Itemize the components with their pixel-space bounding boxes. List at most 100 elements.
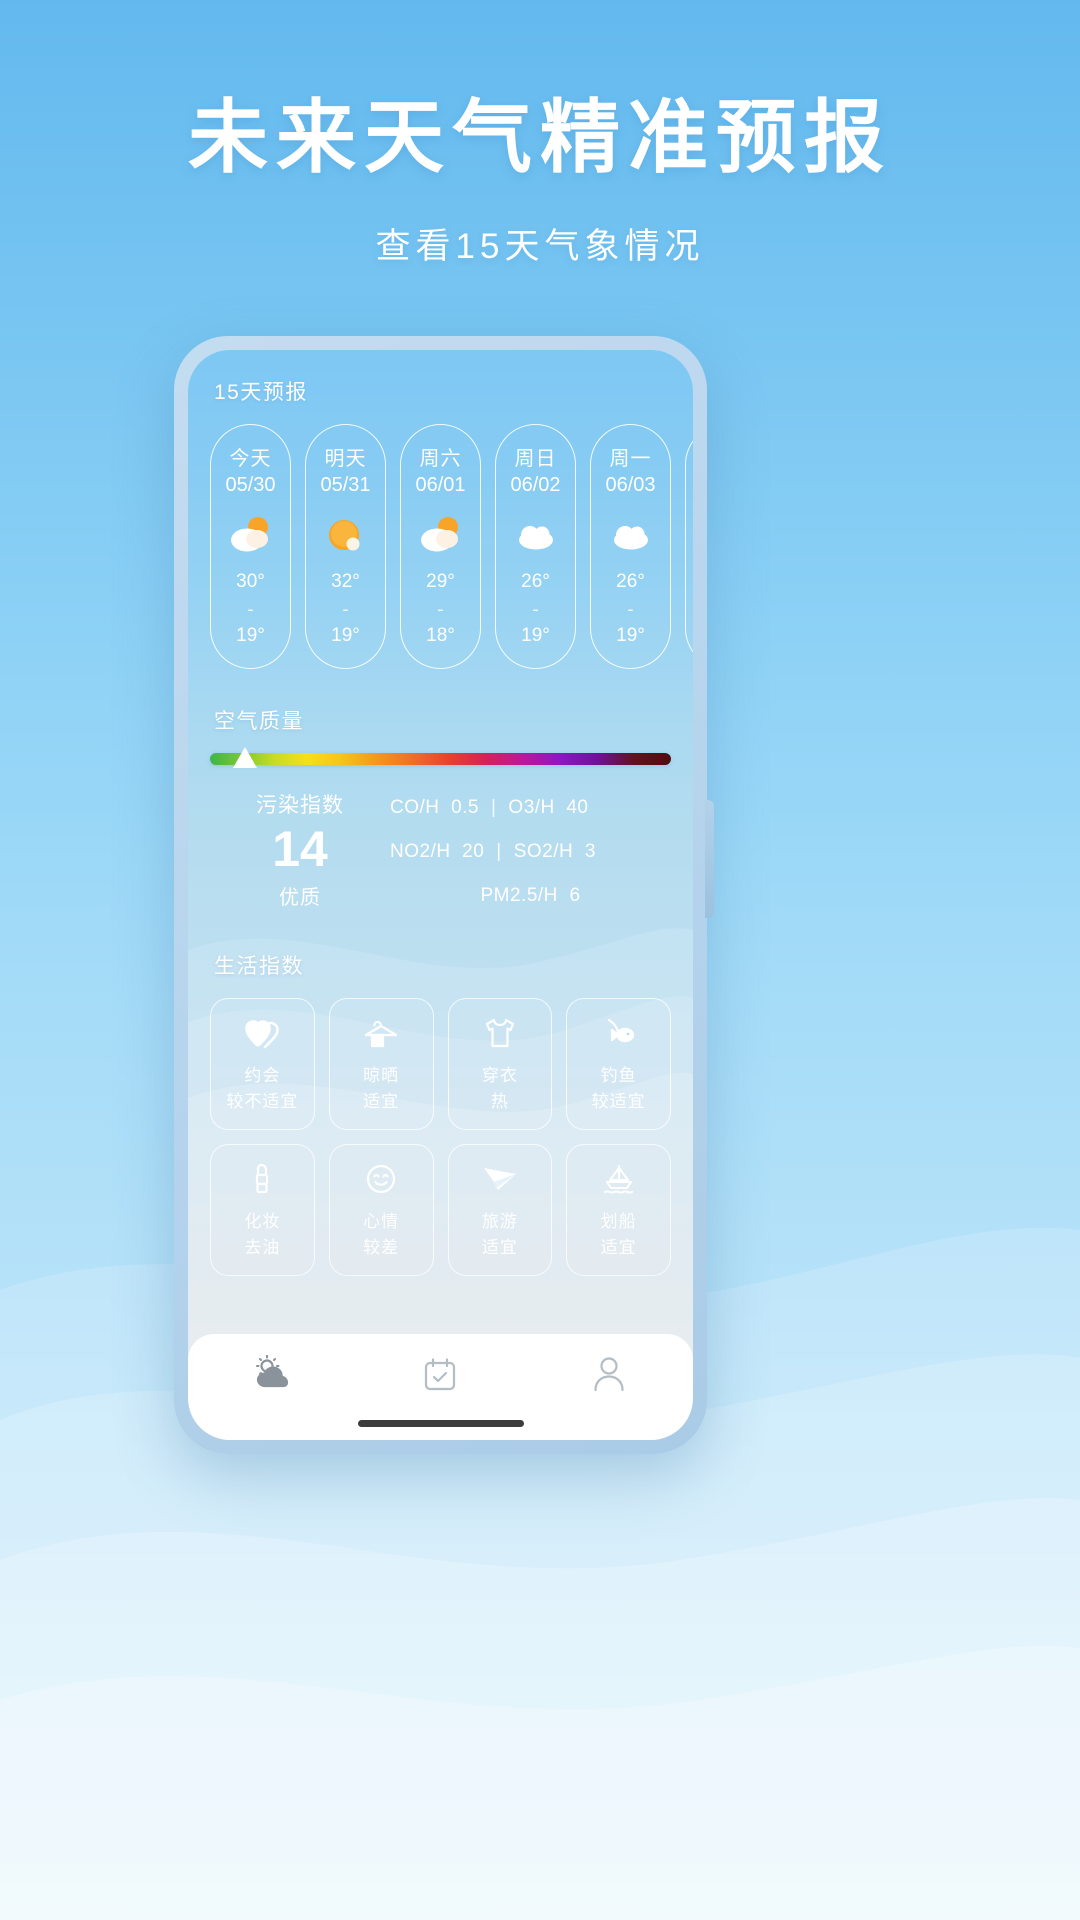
life-index-tile-mood[interactable]: 心情 较差 <box>328 1143 434 1276</box>
day-temps: 29° - 18° <box>426 568 455 649</box>
calendar-check-icon <box>422 1356 458 1397</box>
day-date: 06/02 <box>510 474 561 496</box>
day-dash: - <box>342 598 349 619</box>
forecast-section: 15天预报 今天 05/30 30° - 19° 明天 05/31 32° - … <box>188 376 693 669</box>
day-high: 26° <box>616 571 645 592</box>
life-index-name: 晾晒 <box>363 1066 400 1085</box>
tshirt-icon <box>483 1013 517 1053</box>
life-index-tile-fishing[interactable]: 钓鱼 较适宜 <box>566 997 671 1130</box>
pollutant-no2: NO2/H 20 <box>390 841 484 863</box>
bottom-tab-bar <box>188 1334 693 1440</box>
promo-title: 未来天气精准预报 <box>188 93 892 182</box>
day-date: 06/01 <box>415 474 466 496</box>
life-index-section-title: 生活指数 <box>214 954 304 978</box>
pollutant-value: 3 <box>584 841 596 862</box>
life-index-tile-clothing[interactable]: 穿衣 热 <box>447 997 553 1130</box>
forecast-day-list[interactable]: 今天 05/30 30° - 19° 明天 05/31 32° - 19° 周六… <box>188 424 693 669</box>
air-quality-section: 空气质量 污染指数 14 优质 CO/H 0.5 | O3/H 40 NO2/H… <box>188 705 693 910</box>
pollution-quality-text: 优质 <box>279 886 321 909</box>
pollutant-value: 6 <box>569 885 581 906</box>
life-index-status: 去油 <box>244 1237 281 1257</box>
life-index-tile-makeup[interactable]: 化妆 去油 <box>210 1143 315 1276</box>
life-index-name: 心情 <box>363 1212 400 1231</box>
pollutant-pm25: PM2.5/H 6 <box>480 885 580 907</box>
day-low: 18° <box>426 624 455 646</box>
life-index-name: 穿衣 <box>481 1066 518 1085</box>
day-low: 19° <box>521 624 550 646</box>
life-index-status: 较不适宜 <box>226 1091 299 1111</box>
pollutant-row: CO/H 0.5 | O3/H 40 <box>390 797 671 819</box>
life-index-status: 适宜 <box>363 1091 400 1111</box>
forecast-day-card[interactable]: 周日 06/02 26° - 19° <box>495 424 576 669</box>
sunny-icon <box>323 514 369 554</box>
promo-header: 未来天气精准预报 查看15天气象情况 <box>0 0 1080 269</box>
aqi-gradient-bar <box>210 753 671 765</box>
forecast-day-card[interactable]: 今天 05/30 30° - 19° <box>210 424 291 669</box>
pollution-index-block: 污染指数 14 优质 <box>210 789 390 910</box>
home-indicator <box>357 1420 524 1427</box>
life-index-status: 适宜 <box>481 1237 518 1257</box>
tab-weather[interactable] <box>222 1348 322 1404</box>
sailboat-icon <box>601 1159 637 1199</box>
pollutant-separator: | <box>496 841 502 862</box>
life-index-tile-dating[interactable]: 约会 较不适宜 <box>210 997 315 1130</box>
day-high: 32° <box>331 571 360 592</box>
pollutant-row: NO2/H 20 | SO2/H 3 <box>390 841 671 863</box>
paper-plane-icon <box>482 1159 518 1199</box>
air-quality-section-title: 空气质量 <box>214 710 304 733</box>
tab-profile[interactable] <box>559 1348 659 1404</box>
pollutant-value: 0.5 <box>451 797 479 818</box>
pollutant-list: CO/H 0.5 | O3/H 40 NO2/H 20 | SO2/H 3 PM… <box>390 789 671 910</box>
life-index-name: 化妆 <box>244 1212 281 1231</box>
life-index-name: 旅游 <box>481 1212 518 1231</box>
forecast-day-card[interactable]: 周一 06/03 26° - 19° <box>590 424 671 669</box>
phone-side-button[interactable] <box>705 800 714 918</box>
life-index-tile-boating[interactable]: 划船 适宜 <box>566 1143 671 1276</box>
pollutant-name: SO2/H <box>513 841 574 862</box>
life-index-name: 约会 <box>244 1066 281 1085</box>
day-temps: 30° - 19° <box>236 568 265 649</box>
pollution-index-label: 污染指数 <box>256 794 344 817</box>
partly-cloudy-icon <box>228 514 274 554</box>
day-temps: 26° - 19° <box>616 568 645 649</box>
pollutant-separator: | <box>490 797 497 818</box>
phone-mockup: 15天预报 今天 05/30 30° - 19° 明天 05/31 32° - … <box>174 336 714 1454</box>
day-date: 05/30 <box>225 474 276 496</box>
smiley-icon <box>365 1159 397 1199</box>
life-index-tile-travel[interactable]: 旅游 适宜 <box>447 1143 553 1276</box>
life-index-status: 热 <box>490 1091 509 1111</box>
pollutant-so2: SO2/H 3 <box>514 841 596 863</box>
forecast-day-card[interactable]: 明天 05/31 32° - 19° <box>305 424 386 669</box>
life-index-section: 生活指数 约会 较不适宜 晾晒 适宜 穿衣 热 钓鱼 较适宜 化妆 去油 心情 … <box>188 950 693 1276</box>
tab-calendar[interactable] <box>390 1348 490 1404</box>
aqi-marker-triangle <box>233 747 258 768</box>
day-name: 周六 <box>419 448 462 470</box>
dating-hearts-icon <box>244 1013 280 1053</box>
day-high: 30° <box>236 571 265 592</box>
day-date: 06/03 <box>605 474 656 496</box>
pollution-index-value: 14 <box>272 821 328 877</box>
pollutant-row: PM2.5/H 6 <box>390 885 671 907</box>
air-quality-scale[interactable] <box>210 747 671 768</box>
pollutant-name: PM2.5/H <box>480 885 558 906</box>
phone-screen: 15天预报 今天 05/30 30° - 19° 明天 05/31 32° - … <box>188 350 693 1440</box>
life-index-tile-drying[interactable]: 晾晒 适宜 <box>328 997 434 1130</box>
forecast-day-card[interactable]: 周二 06/04 25° - 18° <box>685 424 693 669</box>
life-index-grid: 约会 较不适宜 晾晒 适宜 穿衣 热 钓鱼 较适宜 化妆 去油 心情 较差 旅游… <box>188 997 693 1276</box>
day-low: 19° <box>331 624 360 646</box>
day-name: 周日 <box>514 448 557 470</box>
day-name: 周一 <box>609 448 652 470</box>
lipstick-icon <box>248 1159 276 1199</box>
day-dash: - <box>532 598 539 619</box>
life-index-status: 较适宜 <box>591 1091 646 1111</box>
user-profile-icon <box>592 1355 626 1398</box>
day-low: 19° <box>236 624 265 646</box>
day-name: 今天 <box>229 448 272 470</box>
day-low: 19° <box>616 624 645 646</box>
day-high: 29° <box>426 571 455 592</box>
day-temps: 26° - 19° <box>521 568 550 649</box>
forecast-day-card[interactable]: 周六 06/01 29° - 18° <box>400 424 481 669</box>
day-temps: 32° - 19° <box>331 568 360 649</box>
day-date: 05/31 <box>320 474 371 496</box>
day-high: 26° <box>521 571 550 592</box>
